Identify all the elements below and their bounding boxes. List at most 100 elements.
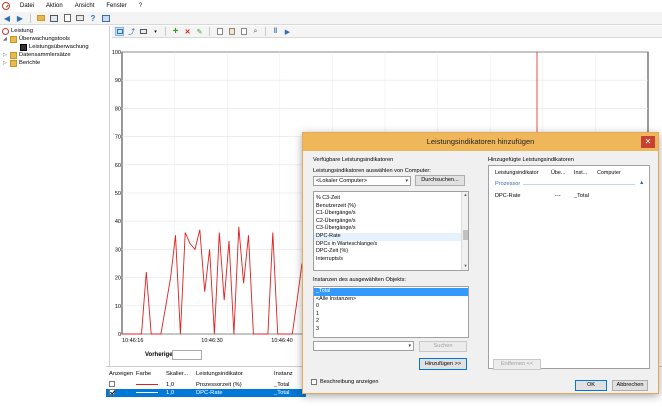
help-icon[interactable]: ? bbox=[88, 13, 98, 23]
ok-button[interactable]: OK bbox=[575, 380, 607, 391]
col-instance[interactable]: Inst... bbox=[574, 170, 587, 178]
menu-ansicht[interactable]: Ansicht bbox=[69, 0, 101, 12]
counter-item[interactable]: DPC-Zeit (%) bbox=[314, 248, 468, 256]
back-arrow-icon[interactable]: ◀ bbox=[2, 13, 12, 23]
folder-icon bbox=[10, 35, 17, 43]
added-counter-parent: --- bbox=[555, 193, 561, 199]
counter-item[interactable]: C3-Übergänge/s bbox=[314, 225, 468, 233]
view-log-data-icon[interactable]: ⤴ bbox=[127, 27, 136, 36]
close-icon[interactable]: ✕ bbox=[641, 136, 655, 148]
col-instanz[interactable]: Instanz bbox=[274, 370, 304, 378]
tree-item-leistung[interactable]: Leistung bbox=[2, 27, 33, 35]
menu-help[interactable]: ? bbox=[133, 0, 148, 12]
zoom-icon[interactable]: ⌕ bbox=[251, 27, 260, 36]
collapsed-chevron-icon[interactable]: ▷ bbox=[3, 59, 8, 67]
col-computer[interactable]: Computer bbox=[597, 170, 621, 178]
legend-row[interactable]: 1,0 Prozessorzeit (%) _Total bbox=[106, 381, 306, 389]
color-swatch bbox=[136, 383, 158, 385]
y-tick-label: 90 bbox=[115, 78, 121, 84]
graph-type-dropdown-icon[interactable]: ▾ bbox=[151, 27, 160, 36]
graph-toolbar: ⤴ ▾ + ✕ ✎ ⌕ ‖ ▶ bbox=[112, 26, 662, 38]
tree-item-label: Berichte bbox=[19, 60, 41, 66]
properties-icon[interactable] bbox=[239, 27, 248, 36]
properties-icon[interactable] bbox=[62, 13, 72, 23]
group-divider bbox=[523, 184, 635, 185]
col-parent[interactable]: Übe... bbox=[551, 170, 565, 178]
counter-item[interactable]: DPC-Rate bbox=[314, 232, 468, 241]
counter-item[interactable]: C1-Übergänge/s bbox=[314, 210, 468, 218]
tree-item-leistungsueberwachung[interactable]: Leistungsüberwachung bbox=[20, 43, 89, 51]
legend-row-selected[interactable]: 1,0 DPC-Rate _Total bbox=[106, 389, 306, 397]
menu-aktion[interactable]: Aktion bbox=[40, 0, 69, 12]
group-processor[interactable]: Prozessor bbox=[495, 181, 520, 187]
forward-arrow-icon[interactable]: ▶ bbox=[15, 13, 25, 23]
x-tick-label: 10:46:16 bbox=[122, 338, 143, 344]
menu-fenster[interactable]: Fenster bbox=[100, 0, 132, 12]
col-anzeigen[interactable]: Anzeigen bbox=[106, 370, 136, 378]
mmc-view-icon[interactable] bbox=[101, 13, 111, 23]
chevron-down-icon[interactable]: ▾ bbox=[405, 177, 408, 186]
available-counters-label: Verfügbare Leistungsindikatoren bbox=[313, 157, 394, 163]
counter-item[interactable]: Interrupts/s bbox=[314, 256, 468, 264]
tree-item-datensammlersaetze[interactable]: ▷ Datensammlersätze bbox=[3, 51, 71, 59]
instance-item[interactable]: 2 bbox=[314, 318, 468, 326]
change-graph-type-icon[interactable] bbox=[139, 27, 148, 36]
chevron-down-icon[interactable]: ▾ bbox=[408, 342, 411, 351]
search-combobox[interactable]: ▾ bbox=[313, 341, 414, 351]
select-computer-label: Leistungsindikatoren auswählen von Compu… bbox=[313, 168, 431, 174]
browse-button[interactable]: Durchsuchen... bbox=[415, 175, 465, 186]
scroll-down-icon[interactable]: ▼ bbox=[462, 263, 468, 270]
add-button[interactable]: Hinzufügen >> bbox=[419, 358, 467, 370]
counter-name: DPC-Rate bbox=[196, 390, 223, 396]
toolbar-separator bbox=[209, 27, 210, 36]
menu-datei[interactable]: Datei bbox=[14, 0, 40, 12]
instance-item[interactable]: <Alle Instanzen> bbox=[314, 296, 468, 304]
highlight-icon[interactable]: ✎ bbox=[195, 27, 204, 36]
add-counter-icon[interactable]: + bbox=[171, 26, 180, 37]
monitor-icon bbox=[20, 43, 27, 51]
show-hide-tree-icon[interactable] bbox=[49, 13, 59, 23]
update-data-icon[interactable]: ▶ bbox=[283, 27, 292, 36]
export-list-icon[interactable] bbox=[75, 13, 85, 23]
scroll-up-icon[interactable]: ▲ bbox=[462, 192, 468, 199]
counter-item[interactable]: % C3-Zeit bbox=[314, 195, 468, 203]
col-leistungsindikator[interactable]: Leistungsindikator bbox=[196, 370, 274, 378]
computer-combobox[interactable]: <Lokaler Computer> ▾ bbox=[313, 176, 411, 186]
instance-item[interactable]: 0 bbox=[314, 303, 468, 311]
instance-item[interactable]: _Total bbox=[314, 288, 468, 296]
tree-item-berichte[interactable]: ▷ Berichte bbox=[3, 59, 40, 67]
col-skalierung[interactable]: Skalier... bbox=[166, 370, 196, 378]
remove-button[interactable]: Entfernen << bbox=[493, 359, 541, 370]
paste-counter-list-icon[interactable] bbox=[227, 27, 236, 36]
instances-listbox[interactable]: _Total <Alle Instanzen> 0 1 2 3 bbox=[313, 286, 469, 338]
search-button[interactable]: Suchen bbox=[419, 341, 467, 352]
cancel-button[interactable]: Abbrechen bbox=[612, 380, 648, 391]
show-checkbox[interactable] bbox=[109, 389, 115, 396]
col-farbe[interactable]: Farbe bbox=[136, 370, 166, 378]
show-checkbox[interactable] bbox=[109, 381, 115, 388]
tree-item-ueberwachungstools[interactable]: ◢ Überwachungstools bbox=[3, 35, 70, 43]
up-folder-icon[interactable] bbox=[36, 13, 46, 23]
scroll-thumb[interactable] bbox=[463, 230, 468, 240]
color-swatch bbox=[136, 391, 158, 393]
show-description-checkbox[interactable] bbox=[311, 379, 317, 385]
instance-item[interactable]: 3 bbox=[314, 326, 468, 334]
copy-properties-icon[interactable] bbox=[215, 27, 224, 36]
counters-scrollbar[interactable]: ▲ ▼ bbox=[461, 192, 468, 270]
col-counter[interactable]: Leistungsindikator bbox=[495, 170, 538, 178]
performance-icon bbox=[2, 27, 9, 35]
instance-item[interactable]: 1 bbox=[314, 311, 468, 319]
view-current-activity-icon[interactable] bbox=[115, 27, 124, 36]
freeze-display-icon[interactable]: ‖ bbox=[271, 27, 280, 36]
counters-listbox[interactable]: % C3-Zeit Benutzerzeit (%) C1-Übergänge/s C… bbox=[313, 191, 469, 271]
y-tick-label: 0 bbox=[118, 332, 121, 338]
delete-counter-icon[interactable]: ✕ bbox=[183, 27, 192, 36]
y-tick-label: 10 bbox=[115, 304, 121, 310]
scale-value: 1,0 bbox=[166, 390, 175, 396]
instance-name: _Total bbox=[274, 382, 290, 388]
expanded-chevron-icon[interactable]: ◢ bbox=[3, 35, 8, 43]
collapsed-chevron-icon[interactable]: ▷ bbox=[3, 51, 8, 59]
collapse-chevron-icon[interactable]: ▲ bbox=[639, 180, 644, 186]
added-counter-name[interactable]: DPC-Rate bbox=[495, 193, 521, 199]
counter-item[interactable]: DPCs in Warteschlange/s bbox=[314, 241, 468, 249]
